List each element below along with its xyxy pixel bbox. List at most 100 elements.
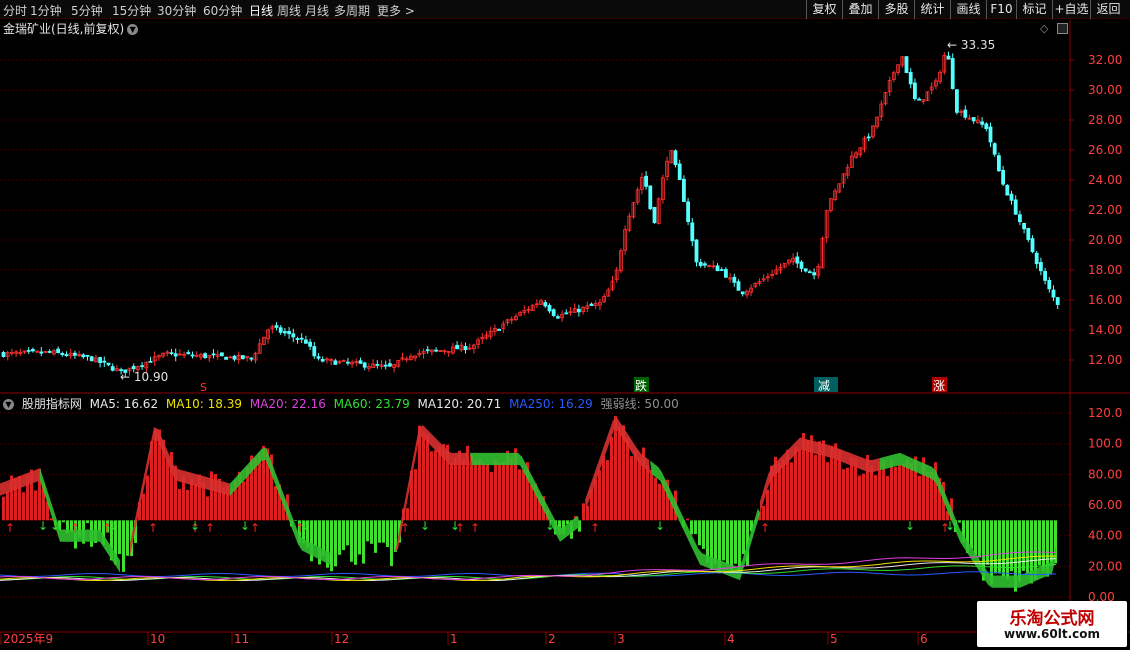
candle-down bbox=[564, 312, 569, 315]
s-marker: S bbox=[200, 381, 207, 394]
buy-arrow-icon: ↑ bbox=[590, 521, 600, 535]
histogram-bar-up bbox=[814, 454, 817, 521]
candle-down bbox=[808, 271, 812, 274]
candle-down bbox=[211, 353, 216, 356]
stock-chart[interactable]: 32.00 30.00 28.00 26.00 24.00 22.00 20.00 18.00… bbox=[0, 0, 1130, 650]
histogram-bar-up bbox=[634, 450, 637, 521]
histogram-bar-down bbox=[374, 520, 377, 553]
candle-down bbox=[1005, 184, 1010, 196]
histogram-bar-down bbox=[338, 520, 341, 555]
histogram-bar-up bbox=[870, 465, 873, 521]
candle-down bbox=[1, 352, 6, 357]
ma60-value: MA60: 23.79 bbox=[333, 397, 410, 411]
candle-down bbox=[274, 325, 279, 328]
drop-label: 跌 bbox=[635, 378, 647, 393]
histogram-bar-down bbox=[390, 520, 393, 567]
candle-down bbox=[358, 360, 363, 364]
histogram-bar-up bbox=[874, 475, 877, 521]
histogram-bar-up bbox=[638, 457, 641, 521]
histogram-bar-down bbox=[382, 520, 385, 543]
histogram-bar-up bbox=[242, 481, 245, 521]
candle-down bbox=[1051, 289, 1056, 298]
histogram-bar-down bbox=[354, 520, 357, 565]
price-tick-label: 24.00 bbox=[1088, 173, 1122, 187]
histogram-bar-down bbox=[714, 520, 717, 565]
histogram-bar-down bbox=[330, 520, 333, 572]
histogram-bar-up bbox=[2, 496, 5, 521]
candle-down bbox=[434, 349, 439, 352]
buy-arrow-icon: ↑ bbox=[760, 521, 770, 535]
time-tick-label: 1 bbox=[450, 632, 458, 646]
price-tick-label: 20.00 bbox=[1088, 233, 1122, 247]
sell-arrow-icon: ↓ bbox=[450, 519, 460, 533]
sell-arrow-icon: ↓ bbox=[945, 519, 955, 533]
price-tick-label: 22.00 bbox=[1088, 203, 1122, 217]
price-tick-label: 32.00 bbox=[1088, 53, 1122, 67]
candle-down bbox=[1030, 238, 1035, 253]
histogram-bar-up bbox=[686, 518, 689, 521]
candle-down bbox=[299, 337, 304, 340]
histogram-bar-down bbox=[1050, 520, 1053, 565]
candle-down bbox=[89, 356, 94, 362]
histogram-bar-up bbox=[430, 451, 433, 521]
candle-down bbox=[690, 222, 695, 242]
candle-down bbox=[1055, 297, 1060, 305]
panel-toggle-icon[interactable] bbox=[1057, 23, 1068, 34]
indicator-name[interactable]: 股朋指标网 bbox=[22, 397, 82, 411]
candle-down bbox=[64, 354, 69, 357]
chevron-down-icon[interactable]: ▼ bbox=[127, 24, 139, 35]
histogram-bar-up bbox=[522, 470, 525, 521]
histogram-bar-up bbox=[790, 462, 793, 521]
candle-down bbox=[724, 269, 728, 278]
histogram-bar-up bbox=[782, 459, 785, 521]
candle-down bbox=[219, 352, 224, 357]
histogram-bar-down bbox=[958, 520, 961, 523]
histogram-bar-up bbox=[582, 503, 585, 521]
candle-down bbox=[303, 339, 308, 344]
candle-down bbox=[362, 362, 367, 368]
histogram-bar-up bbox=[610, 436, 613, 521]
candle-down bbox=[148, 360, 153, 363]
diamond-icon[interactable]: ◇ bbox=[1040, 22, 1048, 35]
histogram-bar-up bbox=[862, 473, 865, 521]
candle-down bbox=[547, 305, 552, 312]
candle-down bbox=[249, 357, 254, 360]
candle-down bbox=[186, 352, 191, 355]
candle-down bbox=[988, 126, 993, 143]
candle-down bbox=[291, 333, 296, 338]
histogram-bar-up bbox=[502, 462, 505, 521]
histogram-bar-down bbox=[350, 520, 353, 562]
candle-down bbox=[1013, 199, 1018, 215]
histogram-bar-up bbox=[898, 464, 901, 521]
candle-down bbox=[497, 329, 502, 331]
histogram-bar-up bbox=[606, 460, 609, 521]
histogram-bar-up bbox=[878, 462, 881, 521]
histogram-bar-down bbox=[1006, 520, 1009, 580]
histogram-bar-down bbox=[970, 520, 973, 550]
histogram-bar-up bbox=[910, 463, 913, 521]
histogram-bar-up bbox=[438, 446, 441, 521]
candle-down bbox=[1026, 228, 1031, 240]
histogram-bar-up bbox=[886, 475, 889, 521]
candle-down bbox=[799, 261, 804, 269]
histogram-bar-up bbox=[462, 459, 465, 521]
indicator-tick-label: 80.00 bbox=[1088, 467, 1122, 481]
candle-down bbox=[913, 82, 917, 100]
histogram-bar-down bbox=[314, 520, 317, 546]
time-tick-label: 10 bbox=[150, 632, 165, 646]
histogram-bar-up bbox=[498, 463, 501, 521]
candle-down bbox=[26, 349, 31, 352]
histogram-bar-down bbox=[998, 520, 1001, 574]
histogram-bar-up bbox=[530, 484, 533, 521]
candle-down bbox=[110, 366, 115, 371]
histogram-bar-down bbox=[334, 520, 337, 567]
histogram-bar-down bbox=[346, 520, 349, 546]
candle-down bbox=[106, 362, 111, 366]
chevron-down-icon[interactable]: ▼ bbox=[3, 399, 14, 410]
candle-down bbox=[173, 353, 178, 357]
histogram-bar-down bbox=[694, 520, 697, 535]
time-tick-label: 3 bbox=[617, 632, 625, 646]
ma120-value: MA120: 20.71 bbox=[417, 397, 502, 411]
time-tick-label: 5 bbox=[830, 632, 838, 646]
candle-down bbox=[81, 354, 86, 358]
